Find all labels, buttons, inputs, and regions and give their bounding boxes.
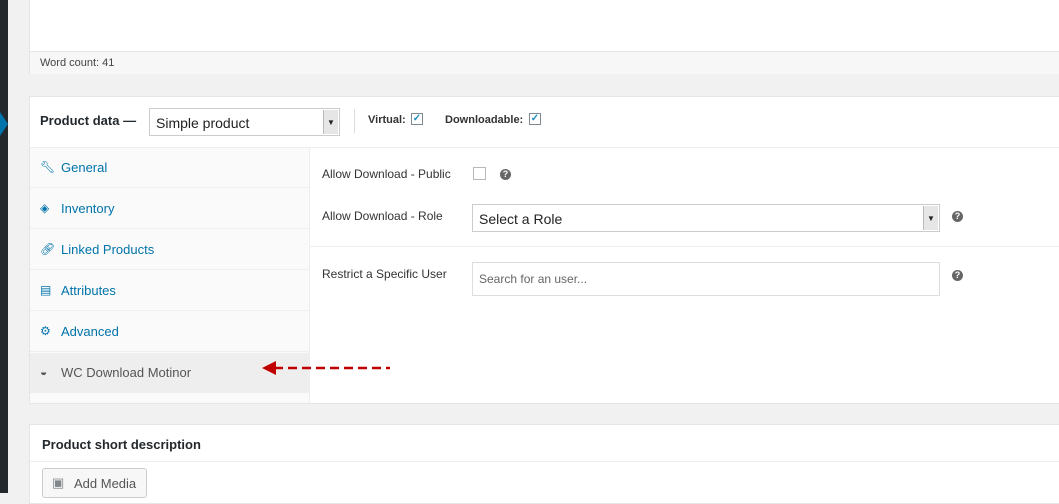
tab-label: Advanced <box>61 324 119 339</box>
panel-divider <box>310 246 1059 247</box>
allow-role-label: Allow Download - Role <box>322 209 443 223</box>
list-icon: ▤ <box>40 283 52 297</box>
help-icon[interactable]: ? <box>500 169 511 180</box>
current-menu-indicator <box>0 112 8 136</box>
product-data-box: Product data — Simple product ▼ Virtual:… <box>29 96 1059 404</box>
short-description-title: Product short description <box>42 437 201 452</box>
tag-icon: ◈ <box>40 201 50 215</box>
tab-label: Linked Products <box>61 242 155 257</box>
gear-icon: ⚙︎ <box>40 324 51 338</box>
chevron-down-icon[interactable]: ▼ <box>923 206 938 230</box>
media-icon: ▣ <box>52 475 65 490</box>
wrench-icon: 🔧︎ <box>40 160 56 174</box>
role-select-value: Select a Role <box>479 211 563 227</box>
header-divider <box>354 109 355 133</box>
tab-advanced[interactable]: ⚙︎ Advanced <box>30 312 309 352</box>
word-count: Word count: 41 <box>40 57 115 69</box>
short-description-box: Product short description ▣ Add Media <box>29 424 1059 504</box>
product-data-header: Product data — Simple product ▼ Virtual:… <box>30 97 1059 148</box>
tab-label: Attributes <box>61 283 116 298</box>
content-editor[interactable]: Word count: 41 <box>29 0 1059 74</box>
product-type-value: Simple product <box>156 115 250 131</box>
tab-inventory[interactable]: ◈ Inventory <box>30 189 309 229</box>
restrict-user-label: Restrict a Specific User <box>322 267 447 281</box>
help-icon[interactable]: ? <box>952 211 963 222</box>
admin-sidebar <box>0 0 8 493</box>
user-search-input[interactable]: Search for an user... <box>472 262 940 296</box>
product-type-select[interactable]: Simple product ▼ <box>149 108 340 136</box>
short-description-divider <box>30 461 1059 462</box>
tab-label: General <box>61 160 108 175</box>
role-select[interactable]: Select a Role ▼ <box>472 204 940 232</box>
virtual-checkbox[interactable]: ✓ <box>411 113 423 125</box>
downloadable-checkbox[interactable]: ✓ <box>529 113 541 125</box>
help-icon[interactable]: ? <box>952 270 963 281</box>
dashboard-icon: ◒ <box>40 365 48 379</box>
tab-linked-products[interactable]: 🔗︎ Linked Products <box>30 230 309 270</box>
downloadable-label: Downloadable: <box>445 114 524 126</box>
virtual-label: Virtual: <box>368 114 406 126</box>
allow-public-label: Allow Download - Public <box>322 167 451 181</box>
add-media-label: Add Media <box>74 476 137 491</box>
editor-status-bar: Word count: 41 <box>30 51 1059 74</box>
download-monitor-panel: Allow Download - Public ? Allow Download… <box>310 148 1059 403</box>
tab-general[interactable]: 🔧︎ General <box>30 148 309 188</box>
annotation-arrow <box>262 361 390 375</box>
link-icon: 🔗︎ <box>40 242 56 256</box>
chevron-down-icon[interactable]: ▼ <box>323 110 338 134</box>
tab-attributes[interactable]: ▤ Attributes <box>30 271 309 311</box>
user-search-placeholder: Search for an user... <box>479 272 588 286</box>
product-data-title: Product data — <box>40 113 137 128</box>
allow-public-checkbox[interactable] <box>473 167 486 180</box>
add-media-button[interactable]: ▣ Add Media <box>42 468 147 498</box>
tab-label: Inventory <box>61 201 115 216</box>
tab-label: WC Download Motinor <box>61 365 192 380</box>
